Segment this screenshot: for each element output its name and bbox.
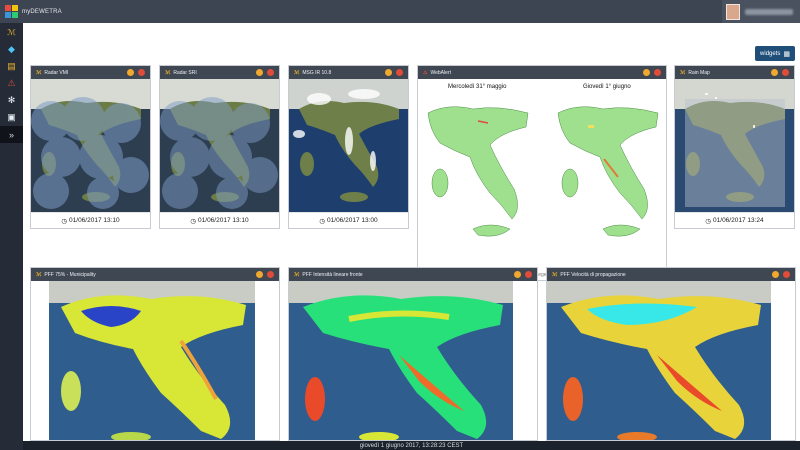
widget-header[interactable]: ℳ Radar VMI (31, 66, 150, 79)
close-button[interactable] (396, 69, 403, 76)
sidebar-item-dewetra[interactable]: ℳ (0, 24, 23, 41)
dewetra-logo-icon: ℳ (680, 69, 686, 76)
widget-timestamp: 01/06/2017 13:10 (198, 217, 249, 224)
close-button[interactable] (267, 69, 274, 76)
widget-title: Rain Map (688, 69, 710, 76)
clock-icon: ◷ (190, 217, 197, 225)
widget-header[interactable]: ℳ PFF 75% - Municipality (31, 268, 279, 281)
webalert-maps[interactable]: Mercoledì 31° maggio Giovedì 1° giugno ▲… (418, 79, 666, 280)
widget-footer: ◷ 01/06/2017 13:00 (289, 212, 408, 228)
user-menu[interactable] (722, 0, 800, 23)
widget-radar-sri: ℳ Radar SRI ◷ 01/06/2017 13:10 (159, 65, 280, 229)
minimize-button[interactable] (256, 271, 263, 278)
widget-footer: ◷ 01/06/2017 13:10 (31, 212, 150, 228)
close-button[interactable] (782, 69, 789, 76)
dashboard-area: widgets ▦ ℳ Radar VMI ◷ 01/06/2017 13:10… (23, 23, 800, 441)
widget-pff-municipality: ℳ PFF 75% - Municipality (30, 267, 280, 441)
widget-radar-vmi: ℳ Radar VMI ◷ 01/06/2017 13:10 (30, 65, 151, 229)
snowflake-icon: ✻ (7, 95, 16, 105)
widget-pff-velocity: ℳ PFF Velocità di propagazione (546, 267, 796, 441)
dewetra-logo-icon: ℳ (36, 69, 42, 76)
minimize-button[interactable] (643, 69, 650, 76)
close-button[interactable] (783, 271, 790, 278)
monitor-icon: ▣ (7, 112, 16, 122)
minimize-button[interactable] (256, 69, 263, 76)
day-label-left: Mercoledì 31° maggio (448, 84, 507, 90)
minimize-button[interactable] (514, 271, 521, 278)
day-label-right: Giovedì 1° giugno (583, 84, 631, 90)
close-button[interactable] (525, 271, 532, 278)
widget-pff-intensity: ℳ PFF Intensità lineare fronte (288, 267, 538, 441)
status-bar: giovedì 1 giugno 2017, 13:28:23 CEST (23, 441, 800, 450)
sidebar: ℳ ◆ ▤ ⚠ ✻ ▣ » (0, 23, 23, 450)
dewetra-logo-icon: ℳ (552, 271, 558, 278)
widget-msg-ir: ℳ MSG IR 10.8 ◷ 01/06/2017 13:00 (288, 65, 409, 229)
clock-icon: ◷ (61, 217, 68, 225)
alert-icon: ⚠ (423, 69, 428, 76)
grid-icon: ▦ (783, 50, 790, 58)
widget-timestamp: 01/06/2017 13:24 (713, 217, 764, 224)
close-button[interactable] (267, 271, 274, 278)
rain-map[interactable] (675, 79, 794, 212)
dewetra-logo-icon: ℳ (36, 271, 42, 278)
sidebar-item-expand[interactable]: » (0, 126, 23, 143)
app-title: myDEWETRA (22, 8, 62, 15)
minimize-button[interactable] (771, 69, 778, 76)
dewetra-logo-icon: ℳ (165, 69, 171, 76)
widget-header[interactable]: ℳ Radar SRI (160, 66, 279, 79)
drop-icon: ◆ (8, 44, 15, 54)
dewetra-logo-icon: ℳ (294, 271, 300, 278)
widget-header[interactable]: ⚠ WebAlert (418, 66, 666, 79)
app-logo[interactable]: myDEWETRA (5, 5, 62, 18)
widget-title: WebAlert (430, 69, 451, 76)
pff-map[interactable] (547, 281, 795, 440)
sidebar-item-hydro[interactable]: ◆ (0, 41, 23, 58)
radar-map[interactable] (160, 79, 279, 212)
widget-header[interactable]: ℳ Rain Map (675, 66, 794, 79)
clock-icon: ◷ (319, 217, 326, 225)
widget-timestamp: 01/06/2017 13:10 (69, 217, 120, 224)
sidebar-item-layers[interactable]: ▤ (0, 58, 23, 75)
widgets-label: widgets (760, 50, 781, 57)
minimize-button[interactable] (772, 271, 779, 278)
dewetra-logo-icon: ℳ (7, 28, 16, 37)
widget-title: MSG IR 10.8 (302, 69, 332, 76)
layers-icon: ▤ (7, 61, 16, 71)
pff-map[interactable] (31, 281, 279, 440)
widget-title: PFF 75% - Municipality (44, 271, 96, 278)
expand-icon: » (8, 129, 14, 140)
sidebar-item-weather[interactable]: ✻ (0, 92, 23, 109)
close-button[interactable] (654, 69, 661, 76)
widget-title: PFF Intensità lineare fronte (302, 271, 363, 278)
status-datetime: giovedì 1 giugno 2017, 13:28:23 CEST (359, 442, 464, 449)
widget-header[interactable]: ℳ PFF Velocità di propagazione (547, 268, 795, 281)
widget-rain-map: ℳ Rain Map ◷ 01/06/2017 13:24 (674, 65, 795, 229)
satellite-map[interactable] (289, 79, 408, 212)
widget-header[interactable]: ℳ MSG IR 10.8 (289, 66, 408, 79)
close-button[interactable] (138, 69, 145, 76)
pff-map[interactable] (289, 281, 537, 440)
avatar[interactable] (726, 3, 740, 20)
minimize-button[interactable] (385, 69, 392, 76)
user-name (745, 8, 793, 15)
widget-webalert: ⚠ WebAlert Mercoledì 31° maggio Giovedì … (417, 65, 667, 281)
widget-title: PFF Velocità di propagazione (560, 271, 626, 278)
widget-footer: ◷ 01/06/2017 13:24 (675, 212, 794, 228)
clock-icon: ◷ (705, 217, 712, 225)
sidebar-item-alert[interactable]: ⚠ (0, 75, 23, 92)
widgets-button[interactable]: widgets ▦ (755, 46, 795, 61)
widget-title: Radar SRI (173, 69, 197, 76)
widget-header[interactable]: ℳ PFF Intensità lineare fronte (289, 268, 537, 281)
sidebar-item-monitor[interactable]: ▣ (0, 109, 23, 126)
radar-map[interactable] (31, 79, 150, 212)
dewetra-logo-icon (5, 5, 18, 18)
top-bar: myDEWETRA (0, 0, 800, 23)
widget-footer: ◷ 01/06/2017 13:10 (160, 212, 279, 228)
alert-icon: ⚠ (7, 78, 16, 88)
widget-timestamp: 01/06/2017 13:00 (327, 217, 378, 224)
widget-title: Radar VMI (44, 69, 69, 76)
dewetra-logo-icon: ℳ (294, 69, 300, 76)
minimize-button[interactable] (127, 69, 134, 76)
